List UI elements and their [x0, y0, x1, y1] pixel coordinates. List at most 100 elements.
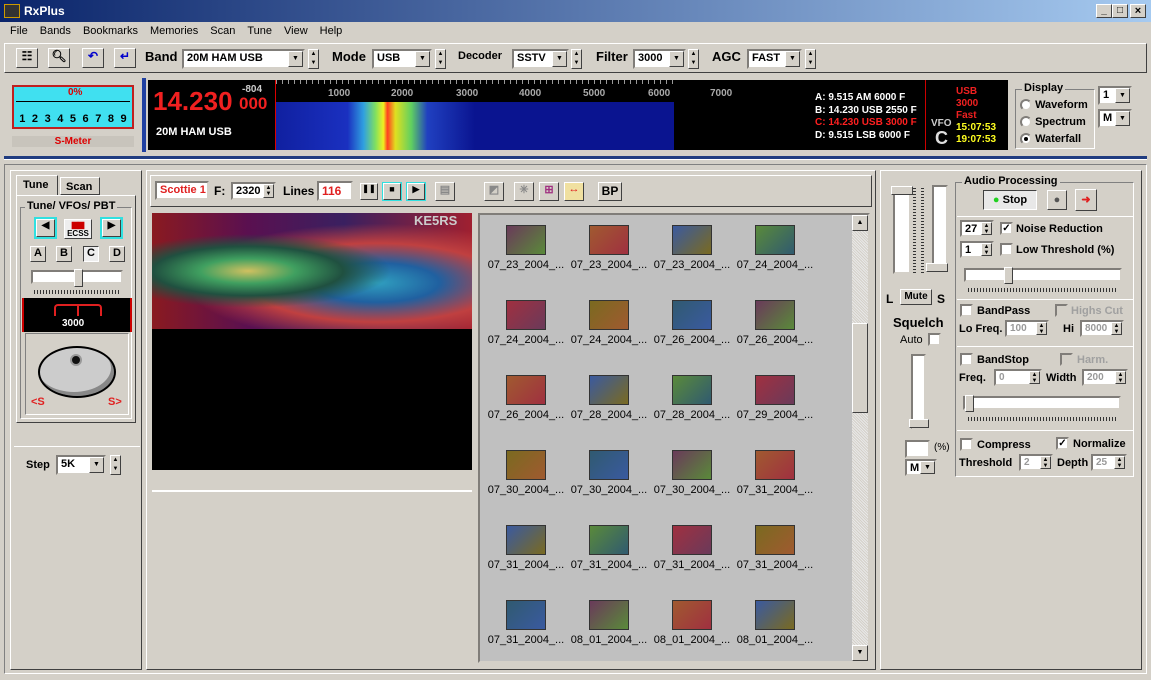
pbt-slider[interactable] [31, 269, 123, 287]
gallery-thumbnail[interactable]: 07_30_2004_... [567, 450, 651, 496]
menu-scan[interactable]: Scan [204, 22, 241, 41]
chevron-down-icon[interactable]: ▼ [288, 51, 303, 67]
vfo-c-button[interactable]: C [83, 246, 99, 262]
stop-button[interactable]: ■ [382, 182, 402, 201]
depth-input[interactable]: 25 ▲ ▼ [1091, 454, 1127, 471]
chevron-down-icon[interactable]: ▼ [415, 51, 430, 67]
vfo-d-button[interactable]: D [109, 246, 125, 262]
sstv-mode[interactable]: Scottie 1 [155, 181, 209, 200]
harm-checkbox[interactable] [1060, 353, 1073, 366]
gallery-scrollbar[interactable]: ▲ ▼ [852, 215, 868, 661]
mode-stepper[interactable]: ▲ ▼ [435, 49, 446, 69]
gallery-thumbnail[interactable]: 07_23_2004_... [567, 225, 651, 271]
vfo-c[interactable]: C: 14.230 USB 3000 F [815, 117, 917, 130]
squelch-mode-select[interactable]: M ▼ [905, 459, 937, 476]
gallery-thumbnail[interactable]: 07_26_2004_... [484, 375, 568, 421]
display-select-1[interactable]: 1 ▼ [1098, 86, 1132, 105]
gallery-thumbnail[interactable]: 08_01_2004_... [567, 600, 651, 646]
tune-right-button[interactable]: ▶ [100, 217, 123, 239]
hi-freq-input[interactable]: 8000 ▲ ▼ [1080, 320, 1124, 337]
vfo-b[interactable]: B: 14.230 USB 2550 F [815, 105, 917, 118]
gallery-thumbnail[interactable]: 07_29_2004_... [733, 375, 817, 421]
nr-value-input[interactable]: 27 ▲ ▼ [960, 220, 994, 237]
chevron-down-icon[interactable]: ▼ [669, 51, 684, 67]
menu-view[interactable]: View [278, 22, 314, 41]
audio-stop-button[interactable]: ● Stop [983, 190, 1037, 210]
gallery-thumbnail[interactable]: 07_23_2004_... [650, 225, 734, 271]
bandstop-slider[interactable] [963, 395, 1121, 412]
pause-button[interactable]: ❚❚ [360, 183, 378, 200]
bandstop-freq-input[interactable]: 0 ▲ ▼ [994, 369, 1042, 386]
chevron-down-icon[interactable]: ▼ [552, 51, 567, 67]
squelch-level-slider[interactable] [926, 185, 948, 272]
filter-stepper[interactable]: ▲ ▼ [688, 49, 699, 69]
bp-button[interactable]: BP [598, 182, 622, 201]
gallery-thumbnail[interactable]: 07_24_2004_... [733, 225, 817, 271]
menu-bands[interactable]: Bands [34, 22, 77, 41]
radio-waveform[interactable]: Waveform [1020, 97, 1088, 114]
chevron-down-icon[interactable]: ▼ [785, 51, 800, 67]
tune-up-label[interactable]: S> [108, 396, 122, 408]
step-select[interactable]: 5K ▼ [56, 455, 106, 475]
gallery-thumbnail[interactable]: 07_31_2004_... [733, 450, 817, 496]
memory-list-icon[interactable]: ☷ [16, 48, 38, 68]
close-button[interactable]: × [1130, 4, 1146, 18]
tab-scan[interactable]: Scan [60, 177, 100, 195]
menu-bookmarks[interactable]: Bookmarks [77, 22, 144, 41]
f-input[interactable]: 2320 ▲ ▼ [231, 182, 276, 200]
ecss-button[interactable]: ▆▆ ECSS [64, 219, 92, 239]
save-audio-icon[interactable]: ➜ [1075, 189, 1097, 211]
save-image-icon[interactable]: ▤ [435, 182, 455, 201]
squelch-slider[interactable] [909, 354, 929, 429]
gallery-thumbnail[interactable]: 07_24_2004_... [484, 300, 568, 346]
record-button[interactable]: ● [1047, 190, 1067, 210]
scroll-thumb[interactable] [852, 323, 868, 413]
gallery-thumbnail[interactable]: 07_24_2004_... [567, 300, 651, 346]
band-stepper[interactable]: ▲ ▼ [308, 49, 319, 69]
vfo-a[interactable]: A: 9.515 AM 6000 F [815, 92, 917, 105]
decoder-select[interactable]: SSTV ▼ [512, 49, 569, 69]
slider-thumb[interactable] [74, 269, 83, 287]
mute-button[interactable]: Mute [900, 289, 932, 305]
bandstop-checkbox[interactable] [960, 353, 973, 366]
radio-spectrum[interactable]: Spectrum [1020, 114, 1088, 131]
bandstop-width-input[interactable]: 200 ▲ ▼ [1082, 369, 1128, 386]
maximize-button[interactable]: □ [1112, 4, 1128, 18]
step-stepper[interactable]: ▲ ▼ [110, 455, 121, 475]
lo-freq-input[interactable]: 100 ▲ ▼ [1005, 320, 1049, 337]
vfo-a-button[interactable]: A [30, 246, 46, 262]
return-icon[interactable]: ↵ [114, 48, 136, 68]
filter-select[interactable]: 3000 ▼ [633, 49, 686, 69]
auto-checkbox[interactable] [928, 333, 941, 346]
vfo-d[interactable]: D: 9.515 LSB 6000 F [815, 130, 917, 143]
gallery-thumbnail[interactable]: 07_31_2004_... [733, 525, 817, 571]
minimize-button[interactable]: _ [1096, 4, 1112, 18]
tuning-knob[interactable] [38, 346, 116, 398]
gallery-thumbnail[interactable]: 07_31_2004_... [484, 525, 568, 571]
threshold-input[interactable]: 2 ▲ ▼ [1019, 454, 1053, 471]
normalize-checkbox[interactable]: ✓ [1056, 437, 1069, 450]
low-threshold-checkbox[interactable] [1000, 243, 1013, 256]
volume-slider[interactable] [891, 186, 913, 274]
menu-memories[interactable]: Memories [144, 22, 204, 41]
gallery-thumbnail[interactable]: 07_28_2004_... [567, 375, 651, 421]
menu-tune[interactable]: Tune [241, 22, 278, 41]
gallery-thumbnail[interactable]: 07_23_2004_... [484, 225, 568, 271]
gallery-thumbnail[interactable]: 07_30_2004_... [484, 450, 568, 496]
gallery-thumbnail[interactable]: 07_31_2004_... [484, 600, 568, 646]
preview-icon[interactable]: 🔍︎ [48, 48, 70, 68]
mode-select[interactable]: USB ▼ [372, 49, 432, 69]
undo-icon[interactable]: ↶ [82, 48, 104, 68]
agc-select[interactable]: FAST ▼ [747, 49, 802, 69]
gallery-thumbnail[interactable]: 07_28_2004_... [650, 375, 734, 421]
gallery-thumbnail[interactable]: 07_31_2004_... [567, 525, 651, 571]
nr-slider[interactable] [964, 267, 1122, 284]
squelch-percent-input[interactable] [905, 440, 930, 458]
tune-left-button[interactable]: ◀ [34, 217, 57, 239]
radio-waterfall[interactable]: Waterfall [1020, 131, 1088, 148]
slant-icon[interactable]: ◩ [484, 182, 504, 201]
gallery-thumbnail[interactable]: 08_01_2004_... [650, 600, 734, 646]
sync-icon[interactable]: ✳ [514, 182, 534, 201]
highs-cut-checkbox[interactable] [1055, 304, 1068, 317]
decoder-stepper[interactable]: ▲ ▼ [571, 49, 582, 69]
